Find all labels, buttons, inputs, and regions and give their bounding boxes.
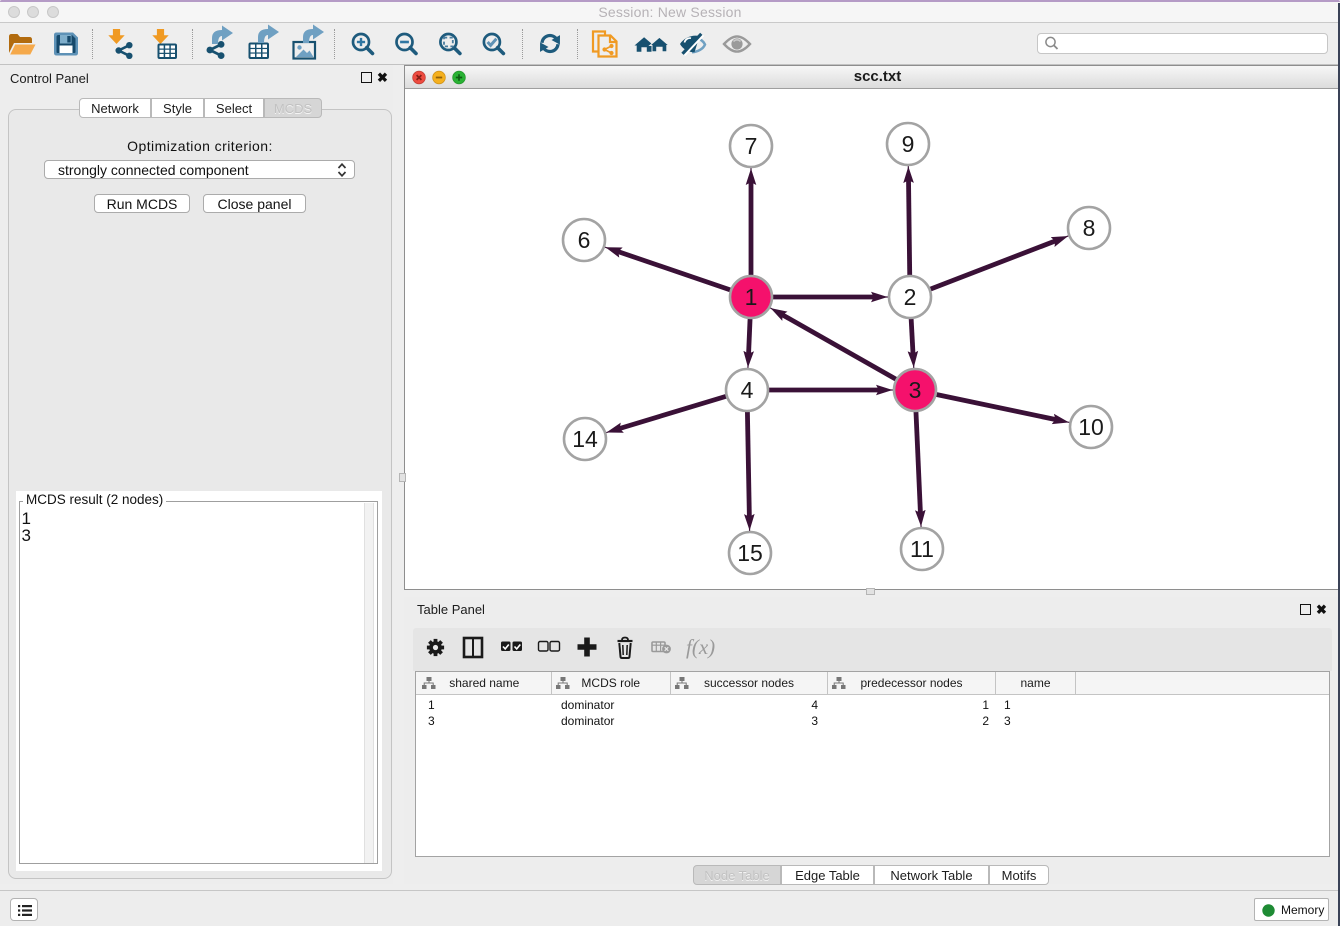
svg-text:f(x): f(x) [686,635,715,659]
